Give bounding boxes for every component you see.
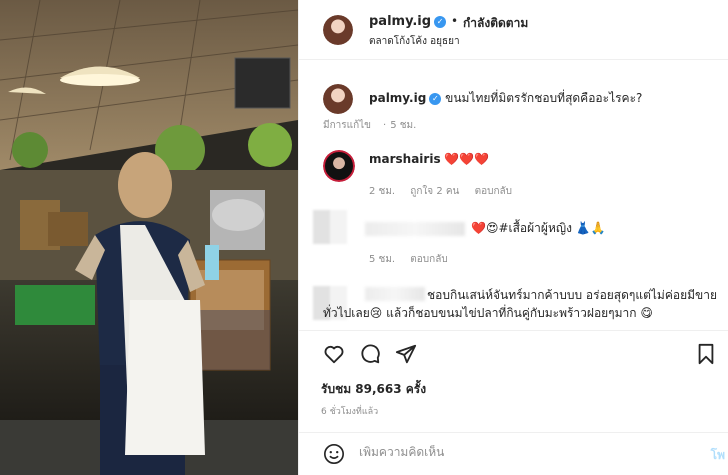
post-time[interactable]: 6 ชั่วโมงที่แล้ว <box>321 404 378 418</box>
author-username[interactable]: palmy.ig ✓ <box>369 14 447 29</box>
post-details-panel: palmy.ig ✓ • กำลังติดตาม ตลาดโก้งโค้ง อยุ… <box>298 0 728 475</box>
market-scene-image <box>0 0 298 475</box>
comment-meta: 5 ชม. ตอบกลับ <box>369 252 460 267</box>
comment-text: ❤️😍#เสื้อผ้าผู้หญิง 👗🙏 <box>471 221 606 235</box>
avatar[interactable] <box>323 15 353 45</box>
verified-badge-icon: ✓ <box>434 15 447 28</box>
caption-meta: มีการแก้ไข · 5 ชม. <box>323 120 417 131</box>
comment-icon[interactable] <box>359 343 381 365</box>
verified-badge-icon: ✓ <box>429 92 442 105</box>
separator-dot: • <box>451 14 459 28</box>
comment-text-line2: ทั่วไปเลย😢 แล้วก็ชอบขนมไข่ปลาที่กินคู่กั… <box>323 306 653 320</box>
bookmark-icon[interactable] <box>695 343 717 365</box>
comment-avatar[interactable] <box>323 150 355 182</box>
caption-time[interactable]: 5 ชม. <box>390 120 416 131</box>
blurred-username[interactable] <box>365 222 465 236</box>
comment-time[interactable]: 5 ชม. <box>369 254 395 265</box>
comment-likes[interactable]: ถูกใจ 2 คน <box>410 186 459 197</box>
add-comment-bar: โพ <box>299 432 728 475</box>
heart-icon[interactable] <box>323 343 345 365</box>
blurred-avatar[interactable] <box>313 210 347 244</box>
comment-input[interactable] <box>359 445 659 459</box>
comment-meta: 2 ชม. ถูกใจ 2 คน ตอบกลับ <box>369 184 524 199</box>
action-bar <box>299 330 728 374</box>
post-button[interactable]: โพ <box>711 446 725 465</box>
blurred-username[interactable] <box>365 287 425 301</box>
post-photo[interactable] <box>0 0 298 475</box>
comment-time[interactable]: 2 ชม. <box>369 186 395 197</box>
reply-button[interactable]: ตอบกลับ <box>410 254 447 265</box>
comment-text-line1: ชอบกินเสน่ห์จันทร์มากค้าบบบ อร่อยสุดๆแต่… <box>427 288 717 302</box>
location-link[interactable]: ตลาดโก้งโค้ง อยุธยา <box>369 34 460 49</box>
post-header: palmy.ig ✓ • กำลังติดตาม ตลาดโก้งโค้ง อยุ… <box>299 0 728 60</box>
comment-username[interactable]: marshairis <box>369 152 441 166</box>
comment-text: ❤️❤️❤️ <box>444 152 490 166</box>
caption: palmy.ig ✓ ขนมไทยที่มิตรรักชอบที่สุดคืออะ… <box>369 89 642 108</box>
emoji-icon[interactable] <box>323 443 345 465</box>
views-count[interactable]: รับชม 89,663 ครั้ง <box>321 380 426 399</box>
caption-text: ขนมไทยที่มิตรรักชอบที่สุดคืออะไรคะ? <box>445 91 643 105</box>
edited-label: มีการแก้ไข <box>323 120 371 131</box>
caption-avatar[interactable] <box>323 84 353 114</box>
reply-button[interactable]: ตอบกลับ <box>475 186 512 197</box>
following-button[interactable]: กำลังติดตาม <box>463 14 528 33</box>
comment: marshairis ❤️❤️❤️ <box>369 152 489 166</box>
share-icon[interactable] <box>395 343 417 365</box>
caption-username[interactable]: palmy.ig <box>369 91 426 105</box>
